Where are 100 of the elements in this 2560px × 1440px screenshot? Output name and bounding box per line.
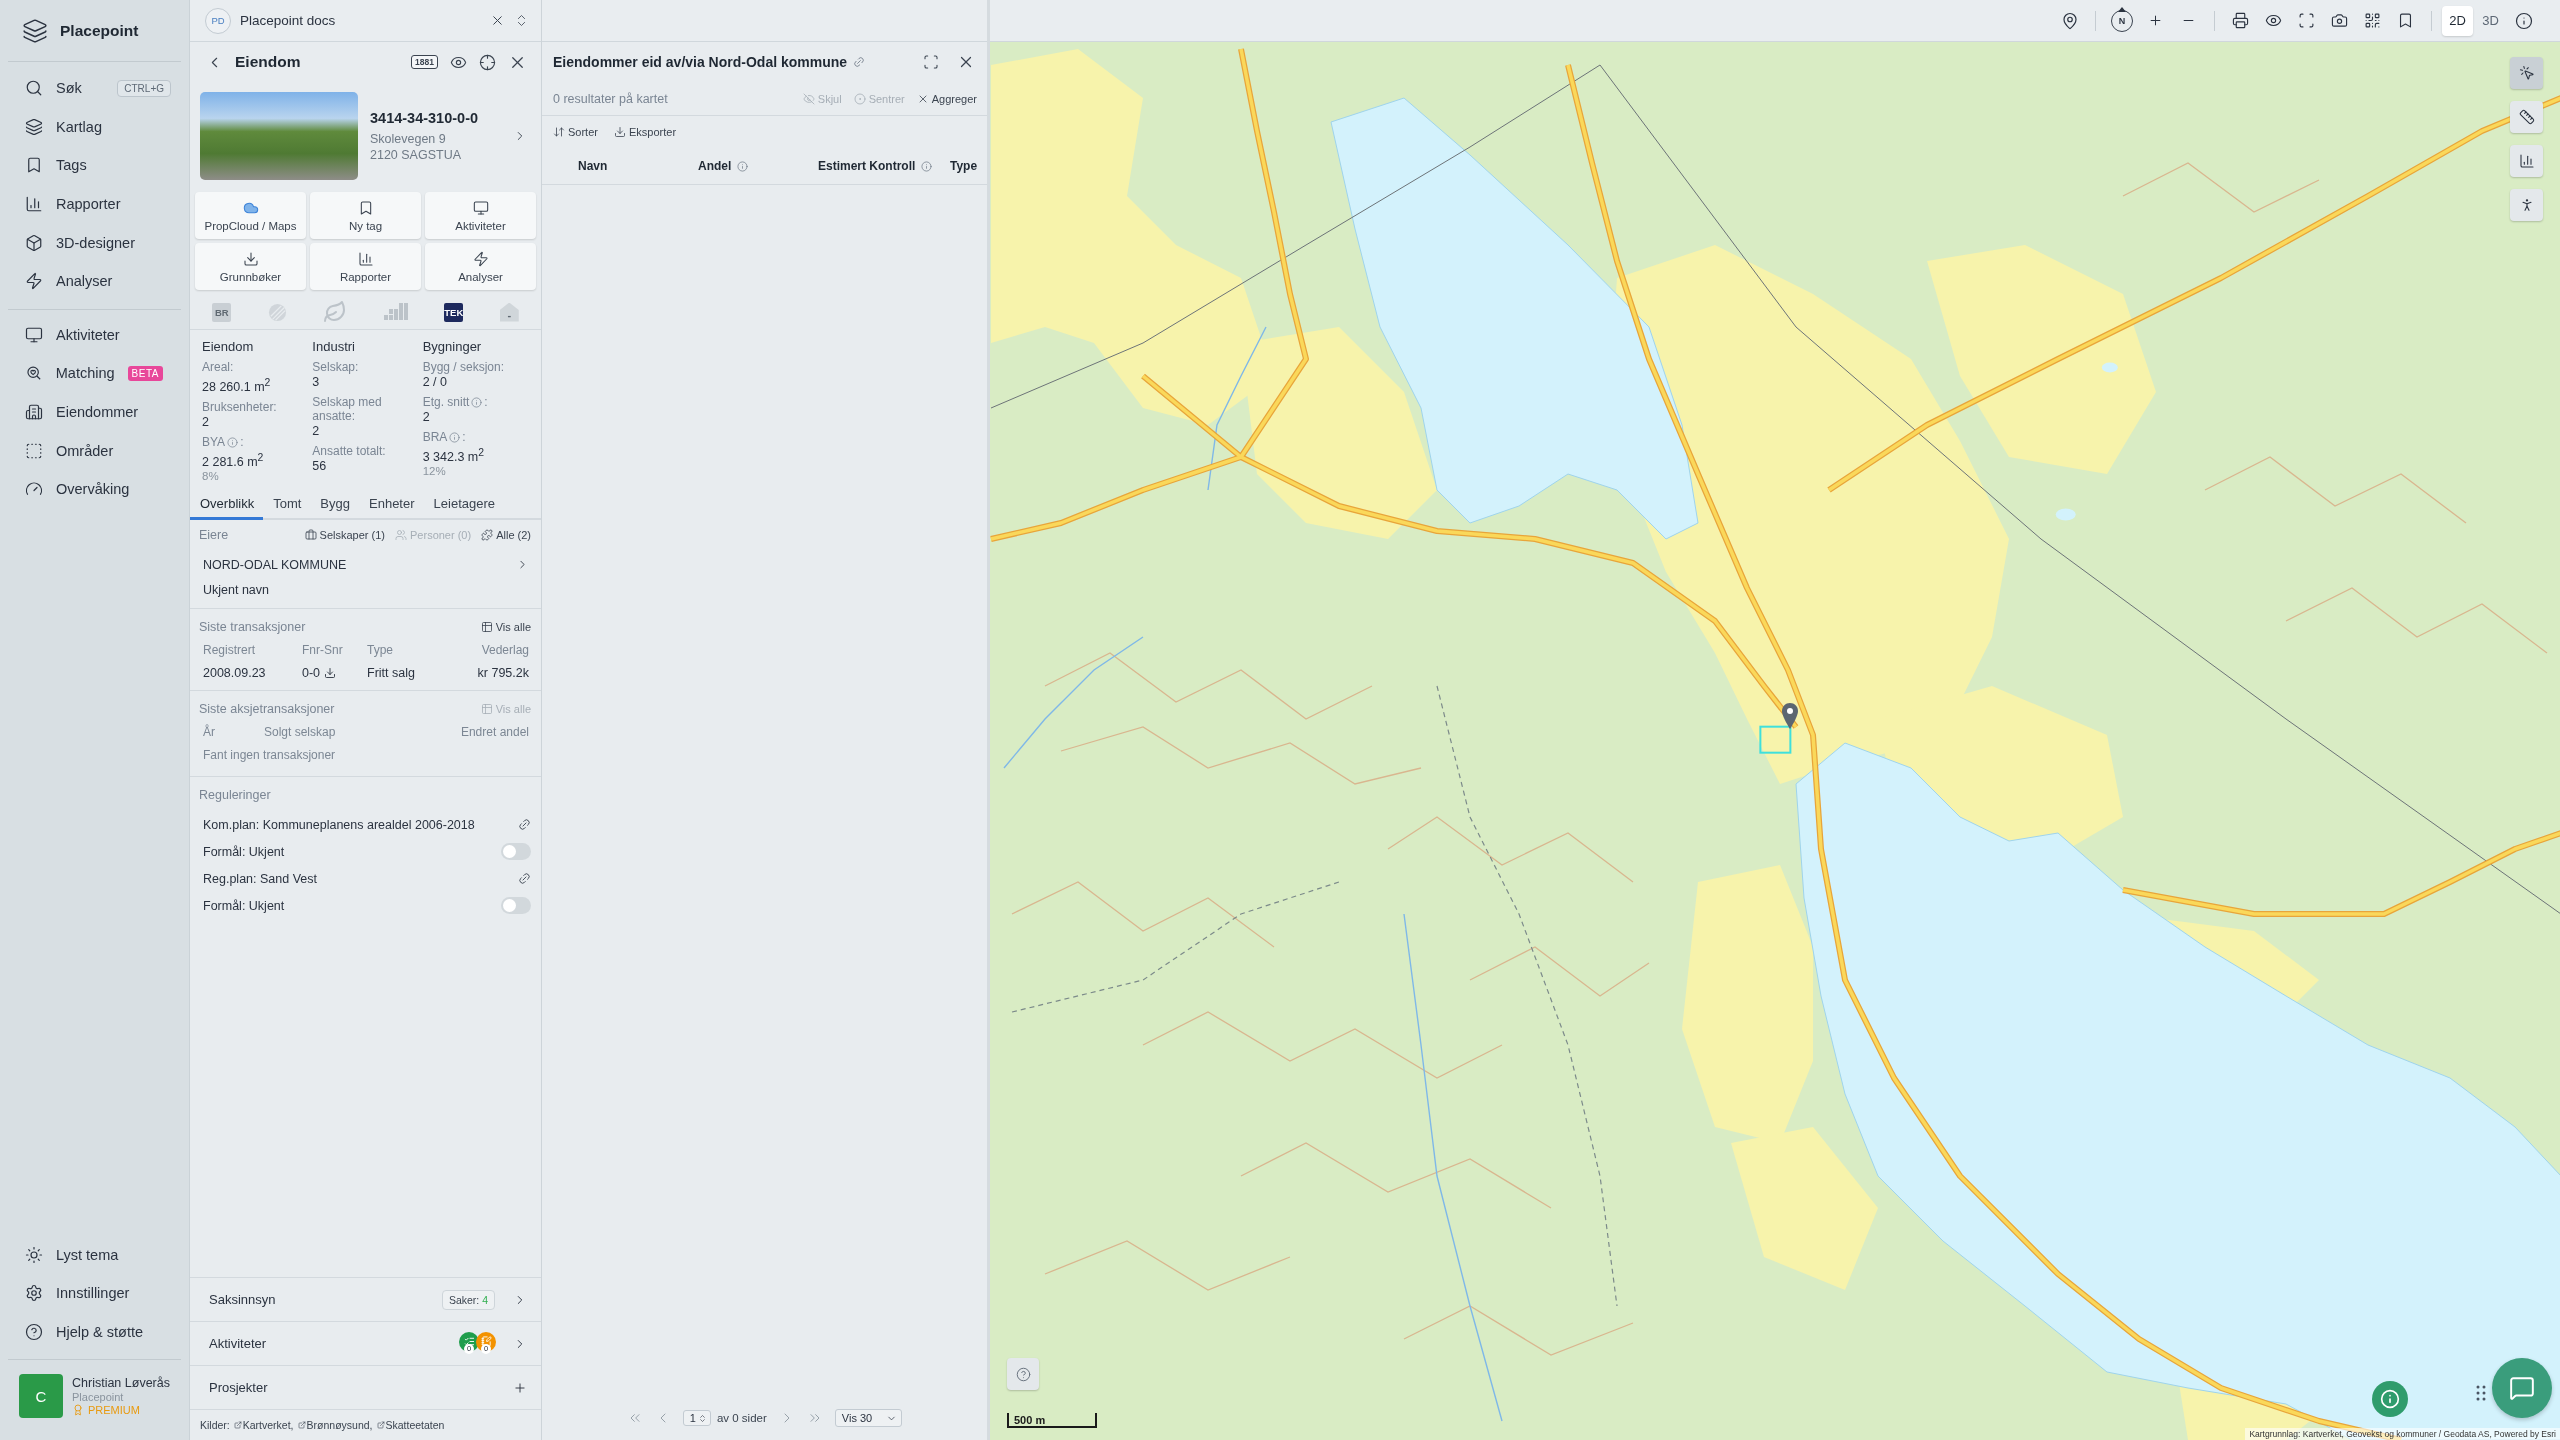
scale-bar: 500 m [1007,1413,1097,1428]
toggle-switch[interactable] [501,843,531,861]
tab[interactable]: Leietagere [423,490,504,521]
target-icon [853,92,866,105]
nav-item[interactable]: Søk CTRL+G [8,69,181,108]
plus-icon [513,1380,527,1395]
regulation-text: Formål: Ukjent [203,898,285,913]
zoom-in-icon[interactable] [2148,13,2163,28]
nav-item[interactable]: 3D-designer [8,223,181,262]
briefcase-icon [304,529,317,542]
action-button[interactable]: Grunnbøker [195,243,306,290]
person-tool-button[interactable] [2510,189,2543,221]
badge-button[interactable]: 1881 [411,55,438,69]
select-tool-button[interactable] [2510,57,2543,89]
section-row[interactable]: Saksinnsyn Saker: 4 [190,1277,541,1321]
download-icon[interactable] [324,667,337,680]
action-button[interactable]: Analyser [425,243,536,290]
nav-item[interactable]: Tags [8,146,181,185]
stat-value: 28 260.1 m$^{2}$ [202,376,272,397]
eye-off-icon [802,92,815,105]
lightning-icon [25,272,43,291]
owner-item[interactable]: NORD-ODAL KOMMUNE [190,552,541,578]
tab[interactable]: Bygg [310,490,359,521]
column-header[interactable]: Type [950,159,978,173]
tab[interactable]: Overblikk [190,490,264,521]
fullscreen-icon[interactable] [923,54,939,70]
view-mode-tab[interactable]: 2D [2442,5,2473,36]
panel-title: Eiendom [235,53,302,71]
page-input[interactable]: 1 [682,1410,711,1426]
table-header: Vederlag [480,643,529,658]
nav-item[interactable]: Eiendommer [8,392,181,432]
building-icon [25,403,43,422]
nav-item[interactable]: Matching BETA [8,354,181,393]
page-size-select[interactable]: Vis 30 [834,1409,903,1427]
info-icon [2380,1389,2400,1409]
section-title: Siste aksjetransaksjoner [199,702,335,717]
filter-button[interactable]: Alle (2) [481,529,531,542]
north-arrow-icon [2118,6,2126,12]
stat-heading: Eiendom [202,339,255,354]
bookmark-icon[interactable] [2397,12,2414,29]
action-button[interactable]: Aktiviteter [425,192,536,239]
ruler-icon [2518,109,2535,125]
sun-icon [25,1245,43,1264]
action-button[interactable]: Ny tag [310,192,421,239]
tool-button[interactable]: Sorter [553,126,598,138]
chart-tool-button[interactable] [2510,145,2543,177]
nav-item[interactable]: Overvåking [8,469,181,509]
source-link[interactable]: Brønnøysund, [297,1419,373,1431]
action-button[interactable]: PropCloud / Maps [195,192,306,239]
map-pin-icon[interactable] [2060,11,2079,30]
crosshair-icon[interactable] [479,53,496,71]
tab[interactable]: Tomt [263,490,311,521]
user-avatar[interactable]: C [19,1374,63,1418]
house-badge[interactable]: - [499,302,519,322]
view-mode-tab[interactable]: 3D [2475,5,2506,36]
location-pin-icon[interactable] [1782,703,1798,729]
printer-icon[interactable] [2232,12,2249,29]
table-cell: Fritt salg [367,666,415,681]
info-icon[interactable] [2514,11,2533,30]
source-link[interactable]: Skatteetaten [376,1419,445,1431]
table-header: År [203,725,216,740]
section-row[interactable]: Prosjekter [190,1365,541,1409]
camera-icon[interactable] [2331,12,2348,29]
close-icon[interactable] [490,13,505,28]
bookmark-icon [25,156,43,175]
stepper-icon [697,1413,707,1423]
nav-item[interactable]: Rapporter [8,184,181,224]
measure-tool-button[interactable] [2510,101,2543,133]
view-all-button[interactable]: Vis alle [480,621,531,634]
qr-code-icon[interactable] [2364,12,2381,29]
section-title: Siste transaksjoner [199,620,306,635]
filter-button[interactable]: Selskaper (1) [304,529,385,542]
source-badge[interactable]: BR [212,302,232,322]
help-button[interactable] [1007,1358,1039,1390]
table-header: Registrert [203,643,256,658]
column-header[interactable]: Navn [578,159,608,173]
source-badge[interactable]: TEK [444,302,464,322]
owner-item[interactable]: Ukjent navn [190,577,541,603]
nav-item[interactable]: Innstillinger [8,1273,181,1313]
source-link[interactable]: Kartverket, [233,1419,294,1431]
table-icon [480,703,493,716]
drag-handle-icon[interactable] [2476,1385,2486,1401]
nav-item[interactable]: Hjelp & støtte [8,1312,181,1351]
tab[interactable]: Enheter [359,490,424,521]
nav-item[interactable]: Kartlag [8,107,181,147]
fullscreen-icon[interactable] [2298,12,2315,29]
nav-item[interactable]: Områder [8,431,181,470]
column-header[interactable]: Andel [698,159,732,173]
nav-item[interactable]: Lyst tema [8,1235,181,1274]
column-header[interactable]: Estimert Kontroll [818,159,916,173]
eye-icon[interactable] [2265,12,2282,29]
stat-label: Areal: [202,360,235,374]
nav-item[interactable]: Aktiviteter [8,315,181,355]
nav-item[interactable]: Analyser [8,261,181,301]
result-action[interactable]: Aggreger [916,92,977,105]
toggle-switch[interactable] [501,897,531,915]
user-name: Christian Løverås [72,1376,170,1390]
action-button[interactable]: Rapporter [310,243,421,290]
tool-button[interactable]: Eksporter [613,126,677,138]
table-cell: kr 795.2k [477,666,529,681]
